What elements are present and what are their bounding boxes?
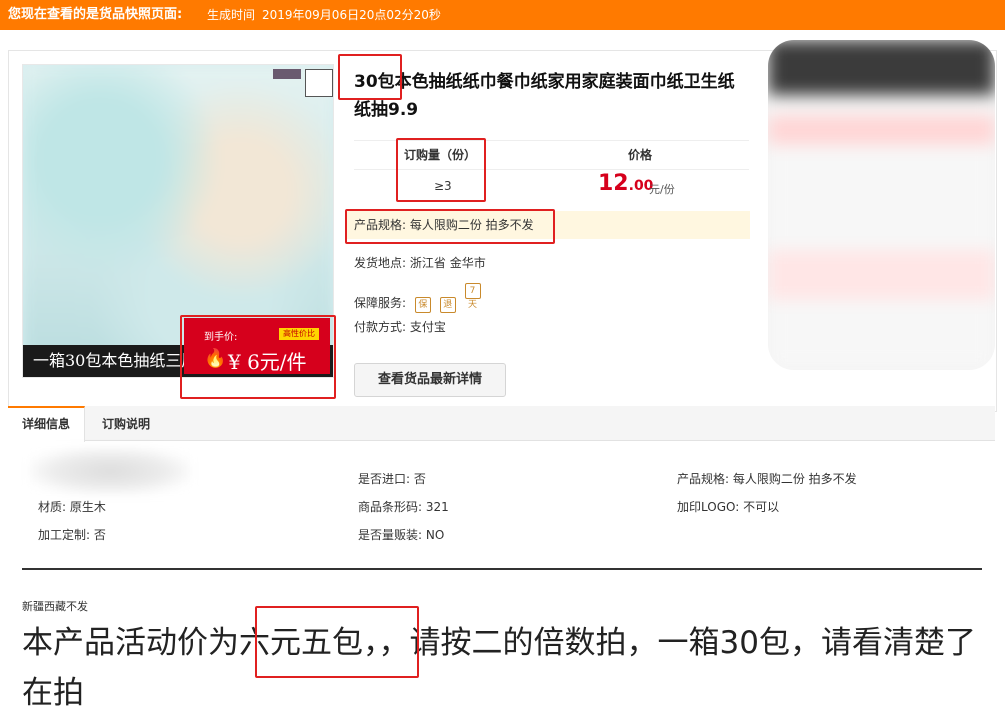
price-value: 12.00: [598, 171, 654, 196]
product-title: 30包本色抽纸纸巾餐巾纸家用家庭装面巾纸卫生纸纸抽9.9: [354, 72, 735, 120]
snapshot-notice-bar: 您现在查看的是货品快照页面: 生成时间 2019年09月06日20点02分20秒: [0, 0, 1005, 30]
image-corner-qr: [305, 69, 333, 97]
promo-badge: 高性价比: [279, 328, 319, 340]
detail-import: 是否进口: 否: [358, 472, 426, 486]
guarantee-7day-icon[interactable]: 7天: [464, 283, 481, 310]
payment-label: 付款方式:: [354, 320, 407, 334]
guarantee-row: 保障服务: 保 退 7天: [354, 283, 481, 313]
view-latest-button[interactable]: 查看货品最新详情: [354, 363, 506, 397]
snapshot-notice-text: 您现在查看的是货品快照页面:: [8, 7, 183, 22]
payment-row: 付款方式: 支付宝: [354, 318, 446, 335]
promo-price-sticker: 到手价: 高性价比 🔥 ¥ 6元/件: [184, 318, 330, 374]
price-table: 订购量（份） 价格 ≥3 12.00 元/份: [354, 140, 749, 205]
guarantee-label: 保障服务:: [354, 296, 407, 310]
detail-tabs: 详细信息 订购说明: [8, 406, 995, 442]
section-divider: [22, 568, 982, 570]
detail-logo: 加印LOGO: 不可以: [677, 500, 780, 514]
price-header: 价格: [628, 148, 653, 162]
detail-spec: 产品规格: 每人限购二份 拍多不发: [677, 472, 857, 486]
image-corner-mark: [273, 69, 301, 79]
flame-icon: 🔥: [204, 348, 227, 369]
ship-row: 发货地点: 浙江省 金华市: [354, 254, 486, 271]
detail-bulk: 是否量贩装: NO: [358, 528, 445, 542]
order-qty-header: 订购量（份）: [404, 148, 477, 162]
guarantee-bao-icon[interactable]: 保: [414, 297, 431, 313]
ship-value: 浙江省 金华市: [409, 256, 486, 270]
payment-value: 支付宝: [409, 320, 446, 334]
spec-row: 产品规格: 每人限购二份 拍多不发: [346, 211, 750, 239]
blurred-side-panel-content: [768, 40, 995, 370]
tab-detail-info[interactable]: 详细信息: [8, 406, 86, 442]
price-table-divider: [354, 169, 749, 170]
generated-label: 生成时间: [207, 8, 256, 22]
guarantee-tui-icon[interactable]: 退: [439, 297, 456, 313]
detail-material: 材质: 原生木: [38, 500, 106, 514]
promo-value: ¥ 6元/件: [228, 350, 307, 374]
detail-blur-overlay: [30, 448, 190, 494]
description-text: 本产品活动价为六元五包，，请按二的倍数拍，一箱30包，请看清楚了在拍: [22, 625, 976, 711]
promo-label: 到手价:: [204, 332, 238, 343]
price-unit: 元/份: [649, 183, 675, 196]
detail-barcode: 商品条形码: 321: [358, 500, 449, 514]
spec-text: 产品规格: 每人限购二份 拍多不发: [354, 218, 534, 232]
detail-custom: 加工定制: 否: [38, 528, 106, 542]
order-qty-value: ≥3: [434, 179, 452, 193]
ship-label: 发货地点:: [354, 256, 407, 270]
shipping-note: 新疆西藏不发: [22, 600, 88, 613]
generated-time: 2019年09月06日20点02分20秒: [262, 8, 441, 22]
tab-order-instructions[interactable]: 订购说明: [88, 406, 164, 440]
blurred-side-panel: [768, 40, 995, 370]
